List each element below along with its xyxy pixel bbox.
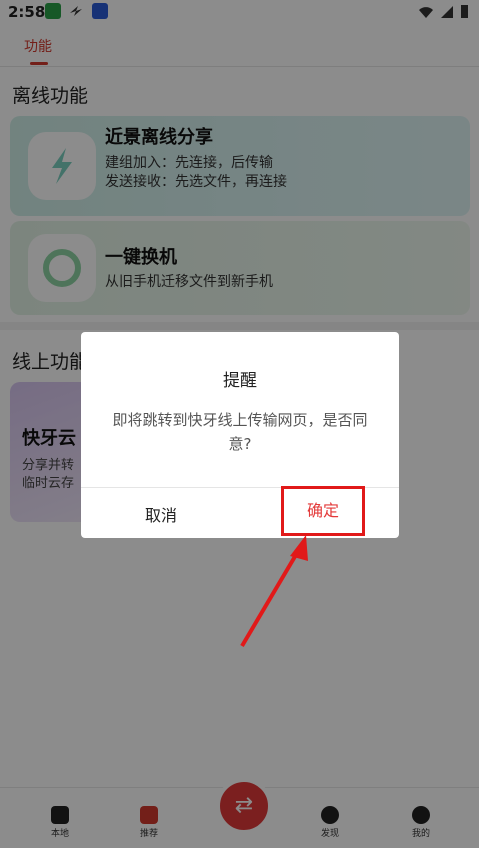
- annotation-arrow-icon: [240, 535, 308, 648]
